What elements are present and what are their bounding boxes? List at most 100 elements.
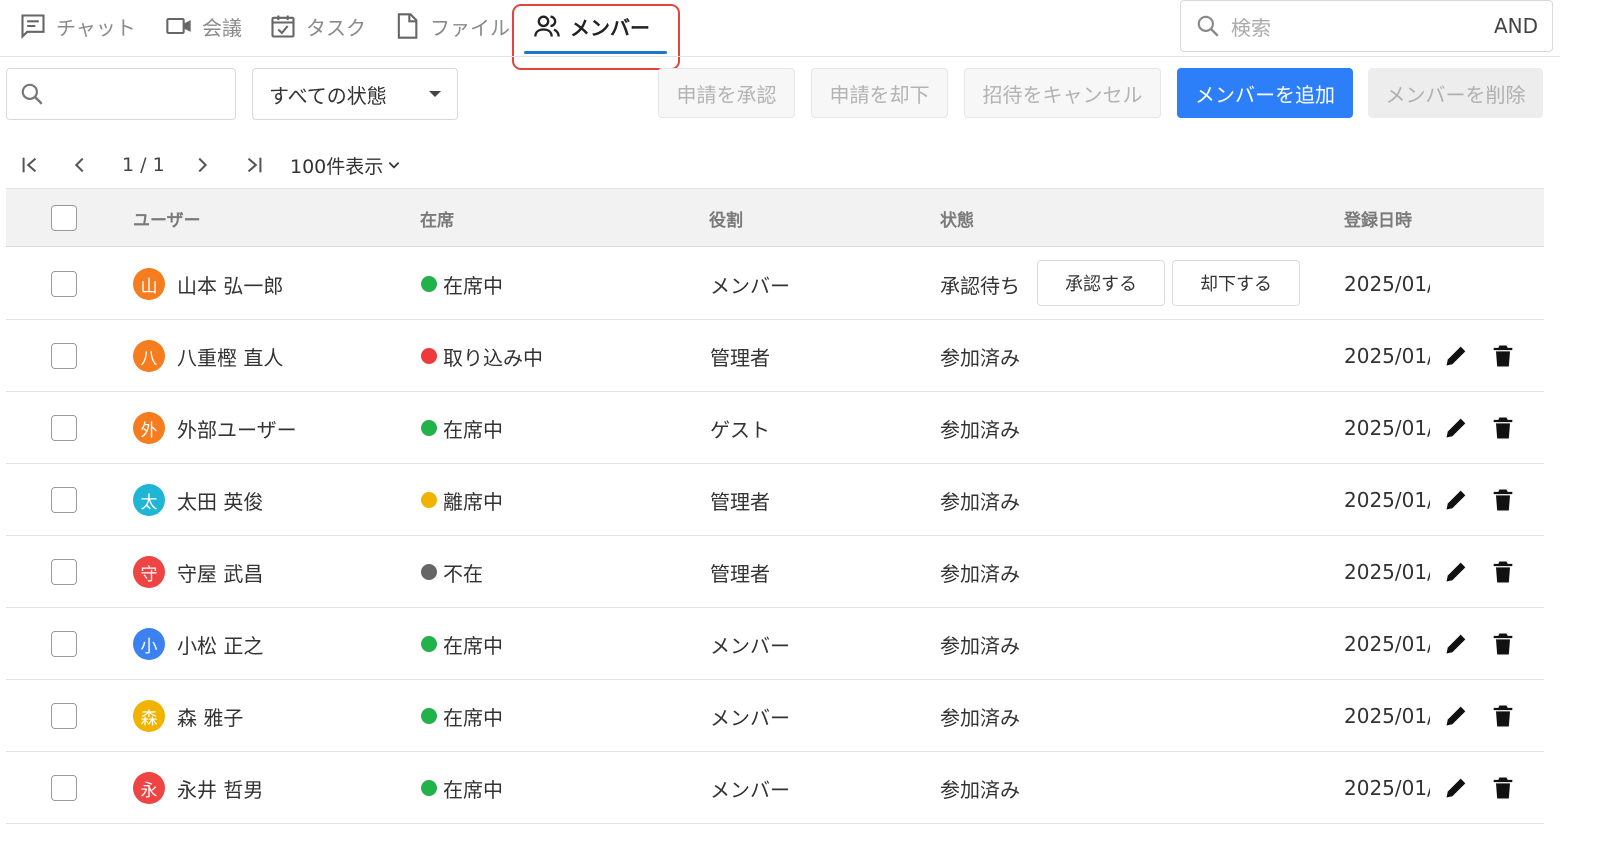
row-checkbox[interactable] [51,343,77,369]
last-page-button[interactable] [240,150,268,180]
table-row: 八 八重樫 直人 取り込み中 管理者 参加済み 2025/01/ [6,320,1544,392]
row-checkbox[interactable] [51,703,77,729]
user-name: 太田 英俊 [177,489,264,514]
role-cell: メンバー [710,633,790,658]
add-member-button[interactable]: メンバーを追加 [1177,68,1353,118]
last-page-icon [247,157,262,173]
delete-trash-icon[interactable] [1487,412,1519,444]
user-cell: 森 森 雅子 [133,680,243,752]
user-cell: 永 永井 哲男 [133,752,263,824]
edit-pencil-icon[interactable] [1440,772,1472,804]
prev-page-button[interactable] [66,150,94,180]
tab-label: 会議 [202,15,242,40]
avatar: 山 [133,268,165,300]
user-name: 森 雅子 [177,705,244,730]
search-mode-toggle[interactable]: AND [1494,14,1538,38]
header-presence[interactable]: 在席 [420,189,454,248]
row-checkbox[interactable] [51,487,77,513]
presence-dot-icon [421,348,437,364]
reject-button[interactable]: 却下する [1172,260,1300,306]
next-page-button[interactable] [188,150,216,180]
status-cell: 参加済み [940,777,1020,802]
header-user[interactable]: ユーザー [133,189,201,248]
tab-files[interactable]: ファイル [392,6,510,46]
avatar: 八 [133,340,165,372]
registered-date: 2025/01/ [1344,704,1430,728]
edit-pencil-icon[interactable] [1440,412,1472,444]
delete-trash-icon[interactable] [1487,772,1519,804]
presence-label: 離席中 [443,489,503,514]
active-tab-indicator [524,51,667,54]
delete-trash-icon[interactable] [1487,700,1519,732]
row-checkbox[interactable] [51,775,77,801]
avatar: 外 [133,412,165,444]
row-checkbox[interactable] [51,631,77,657]
first-page-button[interactable] [16,150,44,180]
edit-pencil-icon[interactable] [1440,700,1472,732]
page-size-value: 100件表示 [290,155,384,178]
registered-date: 2025/01/ [1344,776,1430,800]
select-all-checkbox[interactable] [51,205,77,231]
presence-cell: 在席中 [421,680,503,752]
cancel-invite-button[interactable]: 招待をキャンセル [964,68,1161,118]
row-checkbox[interactable] [51,415,77,441]
avatar: 太 [133,484,165,516]
user-cell: 太 太田 英俊 [133,464,263,536]
presence-cell: 在席中 [421,752,503,824]
registered-date: 2025/01/ [1344,272,1430,296]
edit-pencil-icon[interactable] [1440,556,1472,588]
table-row: 太 太田 英俊 離席中 管理者 参加済み 2025/01/ [6,464,1544,536]
user-name: 小松 正之 [177,633,264,658]
row-checkbox[interactable] [51,271,77,297]
delete-trash-icon[interactable] [1487,484,1519,516]
approve-requests-button[interactable]: 申請を承認 [658,68,795,118]
edit-pencil-icon[interactable] [1440,340,1472,372]
status-filter-select[interactable]: すべての状態 [252,68,458,120]
user-cell: 小 小松 正之 [133,608,263,680]
delete-trash-icon[interactable] [1487,556,1519,588]
presence-cell: 離席中 [421,464,503,536]
presence-label: 在席中 [443,273,503,298]
status-cell: 参加済み [940,705,1020,730]
user-name: 守屋 武昌 [177,561,264,586]
presence-cell: 不在 [421,536,483,608]
chevron-right-icon [198,157,208,173]
tab-bar: チャット 会議 タスク ファイル メンバー 検索 AND [0,0,1619,70]
tab-meeting[interactable]: 会議 [164,6,242,46]
delete-trash-icon[interactable] [1487,340,1519,372]
edit-pencil-icon[interactable] [1440,628,1472,660]
table-row: 守 守屋 武昌 不在 管理者 参加済み 2025/01/ [6,536,1544,608]
role-cell: メンバー [710,705,790,730]
approve-button[interactable]: 承認する [1037,260,1165,306]
role-cell: 管理者 [710,345,770,370]
reject-requests-button[interactable]: 申請を却下 [811,68,948,118]
tab-tasks[interactable]: タスク [268,6,366,46]
row-checkbox[interactable] [51,559,77,585]
member-search-input[interactable] [6,68,236,120]
role-cell: 管理者 [710,561,770,586]
page-size-select[interactable]: 100件表示 [290,150,401,180]
presence-cell: 在席中 [421,248,503,320]
presence-dot-icon [421,564,437,580]
header-status[interactable]: 状態 [940,189,974,248]
tab-members[interactable]: メンバー [532,6,650,46]
tab-chat[interactable]: チャット [18,6,136,46]
global-search-placeholder: 検索 [1231,15,1271,40]
edit-pencil-icon[interactable] [1440,484,1472,516]
global-search-input[interactable]: 検索 AND [1180,0,1553,52]
header-registered[interactable]: 登録日時 [1344,189,1412,248]
registered-date: 2025/01/ [1344,560,1430,584]
tab-divider [0,56,1560,57]
header-role[interactable]: 役割 [709,189,743,248]
presence-label: 在席中 [443,777,503,802]
remove-member-button[interactable]: メンバーを削除 [1368,68,1543,118]
role-cell: メンバー [710,273,790,298]
presence-label: 在席中 [443,705,503,730]
table-row: 森 森 雅子 在席中 メンバー 参加済み 2025/01/ [6,680,1544,752]
status-cell: 参加済み [940,345,1020,370]
delete-trash-icon[interactable] [1487,628,1519,660]
presence-dot-icon [421,276,437,292]
avatar: 森 [133,700,165,732]
presence-dot-icon [421,708,437,724]
user-cell: 山 山本 弘一郎 [133,248,283,320]
